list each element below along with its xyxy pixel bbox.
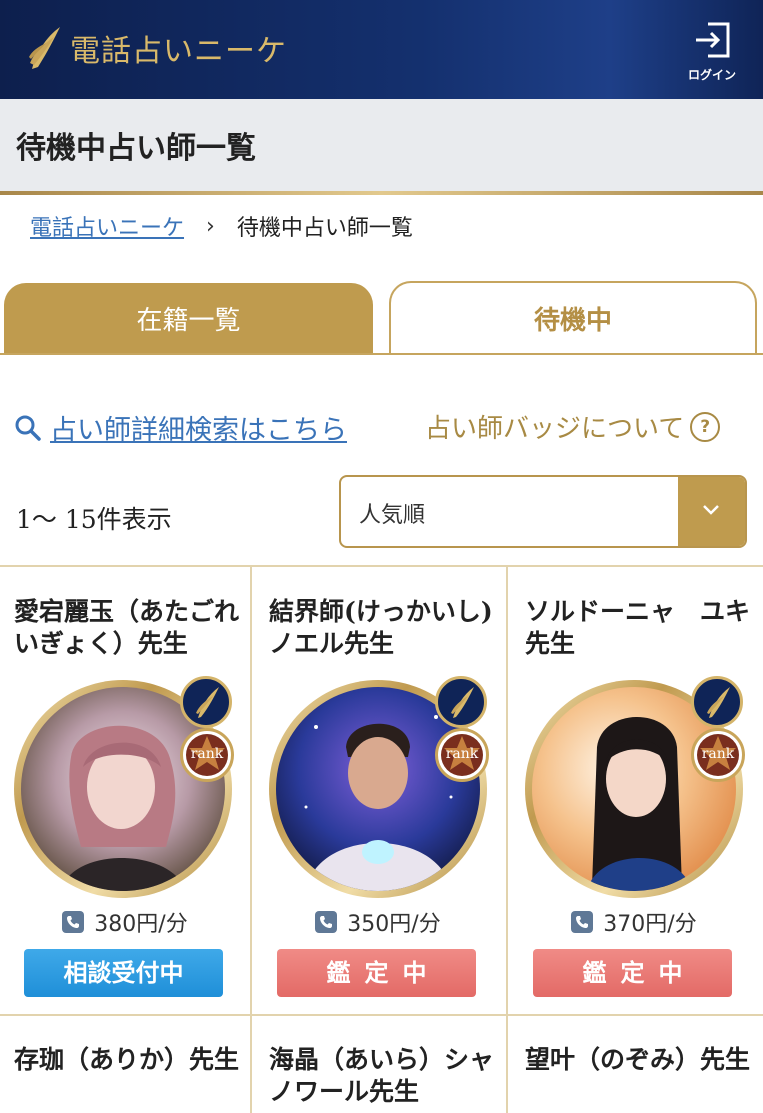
badge-info-link[interactable]: 占い師バッジについて ? xyxy=(425,408,721,445)
grid-divider xyxy=(506,566,508,1113)
page-title: 待機中占い師一覧 xyxy=(16,131,256,166)
fortune-teller-card[interactable]: 愛宕麗玉（あたごれいぎょく）先生 rank 380円/分 相談受付中 xyxy=(0,568,250,1014)
breadcrumb-current: 待機中占い師一覧 xyxy=(236,216,413,241)
wing-badge-icon xyxy=(691,676,743,728)
breadcrumb-home-link[interactable]: 電話占いニーケ xyxy=(30,210,184,242)
phone-icon xyxy=(62,911,85,933)
rank-label: rank xyxy=(445,746,479,762)
rank-label: rank xyxy=(190,746,224,762)
status-badge-busy[interactable]: 鑑定中 xyxy=(533,949,732,997)
fortune-teller-name[interactable]: 海晶（あいら）シャノワール先生 xyxy=(269,1044,495,1108)
sort-select[interactable]: 人気順 xyxy=(339,475,747,548)
price-per-minute: 370円/分 xyxy=(509,906,759,938)
search-icon xyxy=(15,415,41,441)
fortune-teller-card[interactable]: ソルドーニャ ユキ先生 rank 370円/分 鑑定中 xyxy=(509,568,759,1014)
result-count: 1〜 15件表示 xyxy=(16,505,172,534)
status-badge-busy[interactable]: 鑑定中 xyxy=(277,949,476,997)
app-header: 電話占いニーケ ログイン xyxy=(0,0,763,99)
phone-icon xyxy=(571,911,594,933)
phone-icon xyxy=(315,911,338,933)
tab-all-fortune-tellers[interactable]: 在籍一覧 xyxy=(4,283,373,355)
rank-label: rank xyxy=(701,746,735,762)
sort-selected-value: 人気順 xyxy=(359,503,426,528)
rank-badge-icon: rank xyxy=(180,728,234,782)
detailed-search-label: 占い師詳細検索はこちら xyxy=(50,415,347,446)
price-per-minute: 380円/分 xyxy=(0,906,250,938)
fortune-teller-name[interactable]: 愛宕麗玉（あたごれいぎょく）先生 xyxy=(14,596,240,660)
sort-dropdown-button[interactable] xyxy=(678,477,745,546)
detailed-search-link[interactable]: 占い師詳細検索はこちら xyxy=(14,408,347,447)
price-text: 380円/分 xyxy=(94,912,188,937)
fortune-teller-avatar[interactable]: rank xyxy=(14,676,234,898)
breadcrumb: 電話占いニーケ › 待機中占い師一覧 xyxy=(30,210,413,242)
rank-badge-icon: rank xyxy=(435,728,489,782)
status-badge-accepting[interactable]: 相談受付中 xyxy=(24,949,223,997)
rank-badge-icon: rank xyxy=(691,728,745,782)
breadcrumb-chevron-icon: › xyxy=(206,213,215,239)
login-label: ログイン xyxy=(687,68,736,82)
site-logo[interactable]: 電話占いニーケ xyxy=(26,22,287,74)
fortune-teller-name[interactable]: ソルドーニャ ユキ先生 xyxy=(525,596,751,660)
price-text: 350円/分 xyxy=(347,912,441,937)
fortune-teller-name[interactable]: 結界師(けっかいし)ノエル先生 xyxy=(269,596,495,660)
fortune-teller-avatar[interactable]: rank xyxy=(525,676,745,898)
price-per-minute: 350円/分 xyxy=(253,906,503,938)
wing-badge-icon xyxy=(435,676,487,728)
tab-underline xyxy=(0,353,763,355)
help-icon: ? xyxy=(690,411,721,442)
wing-logo-icon xyxy=(29,27,60,69)
wing-badge-icon xyxy=(180,676,232,728)
price-text: 370円/分 xyxy=(603,912,697,937)
gold-divider xyxy=(0,191,763,195)
tab-standby[interactable]: 待機中 xyxy=(389,281,757,355)
fortune-teller-name[interactable]: 望叶（のぞみ）先生 xyxy=(525,1044,751,1076)
login-button[interactable]: ログイン xyxy=(684,20,740,88)
login-icon xyxy=(696,22,730,58)
fortune-teller-avatar[interactable]: rank xyxy=(269,676,489,898)
logo-text: 電話占いニーケ xyxy=(70,34,287,69)
grid-divider xyxy=(0,565,763,567)
grid-divider xyxy=(0,1014,763,1016)
badge-info-label: 占い師バッジについて xyxy=(425,414,685,444)
fortune-teller-name[interactable]: 存珈（ありか）先生 xyxy=(14,1044,240,1076)
grid-divider xyxy=(250,566,252,1113)
title-band: 待機中占い師一覧 xyxy=(0,99,763,191)
chevron-down-icon xyxy=(703,505,719,515)
fortune-teller-card[interactable]: 結界師(けっかいし)ノエル先生 rank 350円/分 鑑定中 xyxy=(253,568,503,1014)
